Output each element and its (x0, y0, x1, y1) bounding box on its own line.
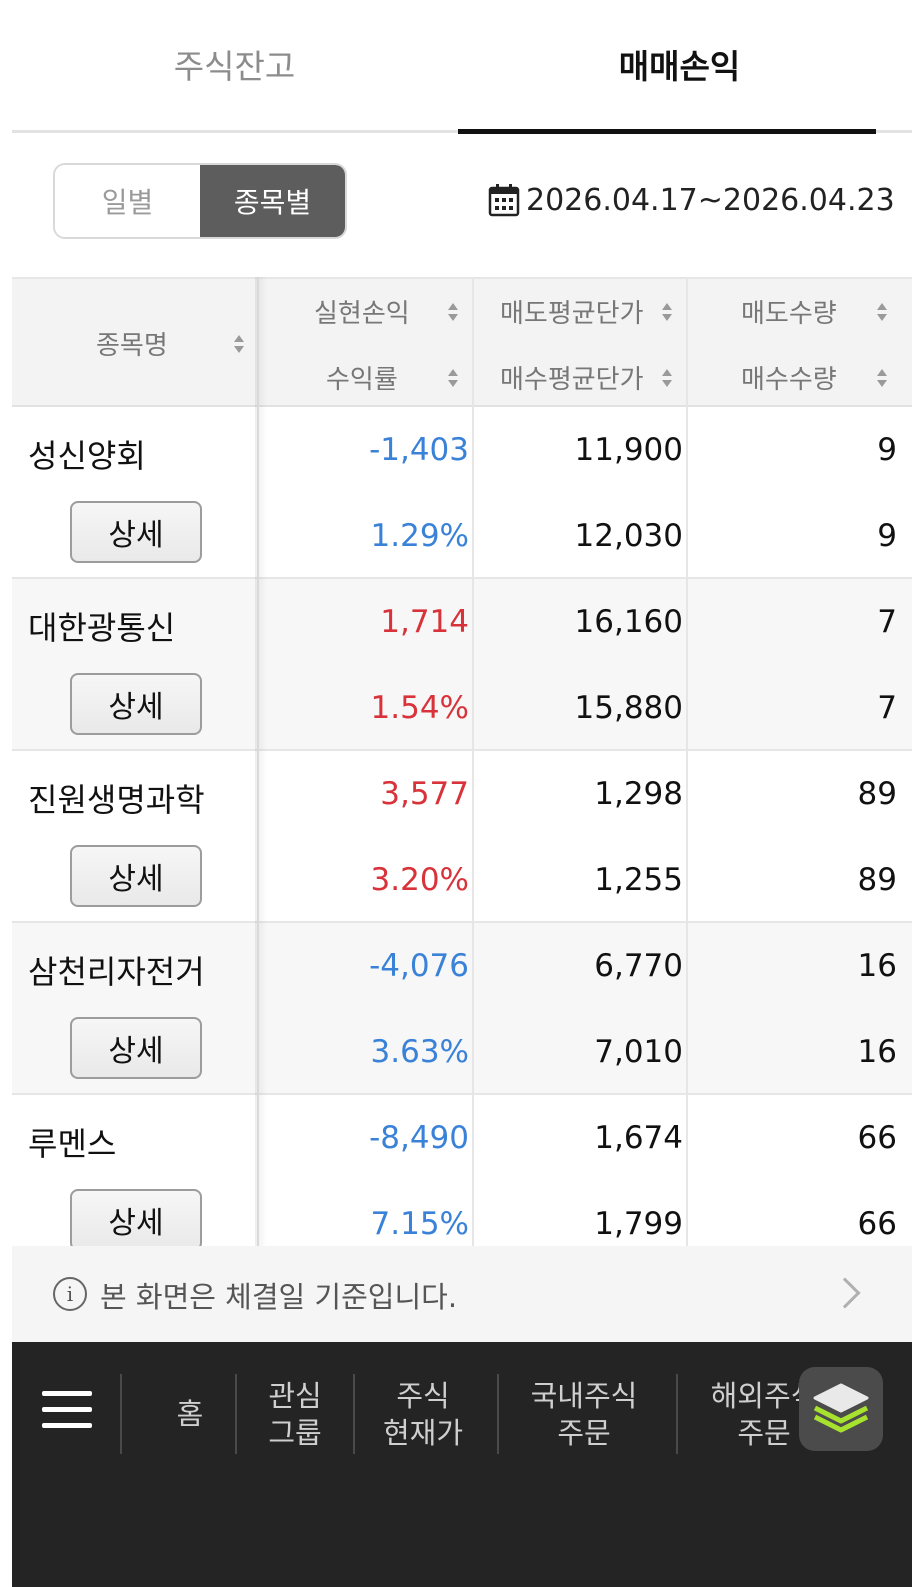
column-divider (686, 277, 688, 1246)
view-toggle: 일별 종목별 (53, 163, 347, 239)
date-range-text: 2026.04.17~2026.04.23 (526, 182, 895, 218)
sort-avg-sell-price-icon[interactable] (662, 303, 672, 321)
pl-table: 종목명 실현손익 수익률 매도평균단가 매수평균단가 매도수량 매수수량 성신양… (12, 277, 912, 1246)
avg-buy-price-value: 15,880 (574, 690, 683, 726)
layers-fab-button[interactable] (799, 1367, 883, 1451)
header-buy-qty[interactable]: 매수수량 (741, 359, 837, 396)
table-row: 진원생명과학 상세 3,577 3.20% 1,298 1,255 89 89 (12, 751, 912, 923)
sell-qty-value: 16 (857, 948, 897, 984)
nav-watch-label-1: 관심 (268, 1379, 322, 1413)
nav-divider (676, 1374, 678, 1454)
detail-button[interactable]: 상세 (70, 845, 202, 907)
header-realized-pl[interactable]: 실현손익 (314, 293, 410, 330)
info-icon: i (53, 1277, 87, 1311)
avg-sell-price-value: 1,298 (594, 776, 683, 812)
nav-home[interactable]: 홈 (136, 1396, 244, 1433)
sell-qty-value: 89 (857, 776, 897, 812)
nav-watch-group[interactable]: 관심 그룹 (238, 1378, 352, 1452)
stock-name: 성신양회 (28, 437, 146, 475)
nav-divider (235, 1374, 237, 1454)
avg-buy-price-value: 7,010 (594, 1034, 683, 1070)
nav-home-label: 홈 (176, 1397, 204, 1431)
column-divider (472, 277, 474, 1246)
avg-buy-price-value: 1,255 (594, 862, 683, 898)
buy-qty-value: 66 (857, 1206, 897, 1242)
stock-name: 대한광통신 (28, 609, 176, 647)
realized-pl-value: 3,577 (380, 776, 469, 812)
layers-icon (813, 1383, 869, 1433)
nav-quote-label-1: 주식 (396, 1379, 450, 1413)
nav-divider (120, 1374, 122, 1454)
sort-stock-name-icon[interactable] (234, 335, 244, 353)
nav-watch-label-2: 그룹 (268, 1416, 322, 1450)
header-return-rate[interactable]: 수익률 (326, 359, 398, 396)
stock-name: 진원생명과학 (28, 781, 205, 819)
avg-sell-price-value: 16,160 (574, 604, 683, 640)
header-stock-name[interactable]: 종목명 (96, 325, 168, 362)
realized-pl-value: -1,403 (369, 432, 469, 468)
avg-buy-price-value: 12,030 (574, 518, 683, 554)
detail-button[interactable]: 상세 (70, 1189, 202, 1246)
screen: 주식잔고 매매손익 일별 종목별 2026.04.17~2026.04.23 종… (12, 0, 912, 1587)
sort-avg-buy-price-icon[interactable] (662, 369, 672, 387)
nav-stock-quote[interactable]: 주식 현재가 (356, 1378, 490, 1452)
return-rate-value: 3.20% (370, 862, 469, 898)
avg-sell-price-value: 6,770 (594, 948, 683, 984)
notice-bar[interactable]: i 본 화면은 체결일 기준입니다. (12, 1246, 912, 1342)
nav-domestic-order[interactable]: 국내주식 주문 (502, 1378, 666, 1452)
header-sell-qty[interactable]: 매도수량 (741, 293, 837, 330)
table-row: 루멘스 상세 -8,490 7.15% 1,674 1,799 66 66 (12, 1095, 912, 1246)
stock-name: 루멘스 (28, 1125, 117, 1163)
avg-sell-price-value: 11,900 (574, 432, 683, 468)
buy-qty-value: 7 (877, 690, 897, 726)
frozen-column-shadow (255, 277, 267, 1246)
chevron-right-icon (829, 1277, 861, 1309)
detail-button[interactable]: 상세 (70, 1017, 202, 1079)
return-rate-value: 3.63% (370, 1034, 469, 1070)
sort-sell-qty-icon[interactable] (877, 303, 887, 321)
tab-active-indicator (458, 129, 876, 134)
nav-domestic-label-1: 국내주식 (530, 1379, 638, 1413)
sell-qty-value: 7 (877, 604, 897, 640)
top-tabs: 주식잔고 매매손익 (12, 0, 912, 134)
return-rate-value: 1.54% (370, 690, 469, 726)
calendar-icon (488, 184, 520, 217)
toggle-by-stock-button[interactable]: 종목별 (200, 165, 345, 237)
header-avg-sell-price[interactable]: 매도평균단가 (500, 293, 644, 330)
nav-divider (497, 1374, 499, 1454)
nav-divider (353, 1374, 355, 1454)
buy-qty-value: 16 (857, 1034, 897, 1070)
header-avg-buy-price[interactable]: 매수평균단가 (500, 359, 644, 396)
avg-buy-price-value: 1,799 (594, 1206, 683, 1242)
tab-trading-pl[interactable]: 매매손익 (457, 40, 902, 88)
hamburger-menu-icon[interactable] (42, 1391, 92, 1429)
sort-realized-pl-icon[interactable] (448, 303, 458, 321)
table-row: 대한광통신 상세 1,714 1.54% 16,160 15,880 7 7 (12, 579, 912, 751)
detail-button[interactable]: 상세 (70, 501, 202, 563)
avg-sell-price-value: 1,674 (594, 1120, 683, 1156)
return-rate-value: 7.15% (370, 1206, 469, 1242)
realized-pl-value: -8,490 (369, 1120, 469, 1156)
sell-qty-value: 66 (857, 1120, 897, 1156)
nav-quote-label-2: 현재가 (382, 1416, 464, 1450)
bottom-nav: 홈 관심 그룹 주식 현재가 국내주식 주문 해외주식 주문 (12, 1342, 912, 1587)
stock-name: 삼천리자전거 (28, 953, 205, 991)
table-header: 종목명 실현손익 수익률 매도평균단가 매수평균단가 매도수량 매수수량 (12, 277, 912, 407)
date-range-selector[interactable]: 2026.04.17~2026.04.23 (488, 178, 895, 222)
realized-pl-value: -4,076 (369, 948, 469, 984)
table-row: 성신양회 상세 -1,403 1.29% 11,900 12,030 9 9 (12, 407, 912, 579)
table-row: 삼천리자전거 상세 -4,076 3.63% 6,770 7,010 16 16 (12, 923, 912, 1095)
nav-domestic-label-2: 주문 (557, 1416, 611, 1450)
return-rate-value: 1.29% (370, 518, 469, 554)
sort-buy-qty-icon[interactable] (877, 369, 887, 387)
buy-qty-value: 89 (857, 862, 897, 898)
tab-holdings[interactable]: 주식잔고 (12, 40, 457, 88)
toggle-daily-button[interactable]: 일별 (55, 165, 200, 237)
sell-qty-value: 9 (877, 432, 897, 468)
sort-return-rate-icon[interactable] (448, 369, 458, 387)
buy-qty-value: 9 (877, 518, 897, 554)
notice-text: 본 화면은 체결일 기준입니다. (100, 1280, 458, 1314)
realized-pl-value: 1,714 (380, 604, 469, 640)
detail-button[interactable]: 상세 (70, 673, 202, 735)
